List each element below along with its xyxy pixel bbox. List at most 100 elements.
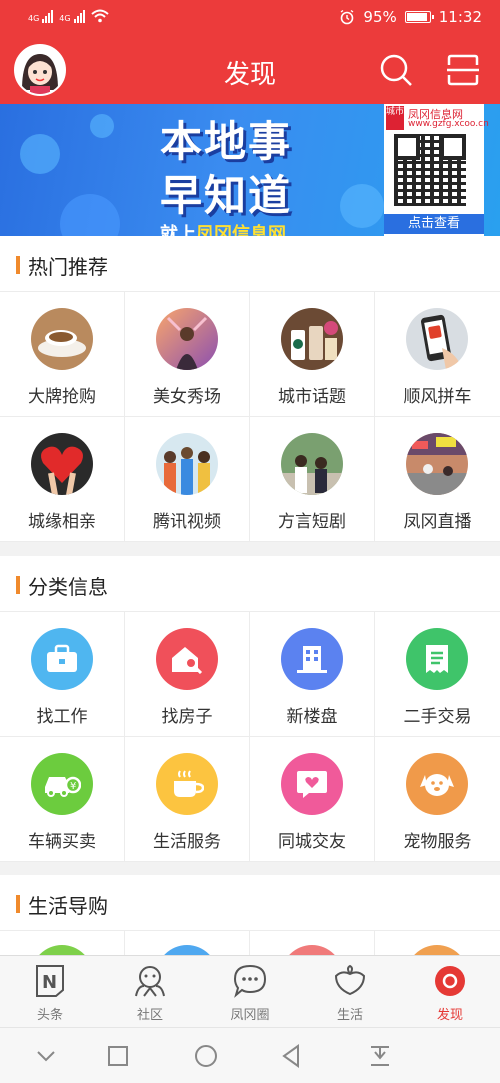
grid-item[interactable]: 二手交易 <box>375 612 500 737</box>
grid-label: 城缘相亲 <box>28 512 96 532</box>
grid-label: 美女秀场 <box>153 387 221 407</box>
tab-circle[interactable]: 凤冈圈 <box>200 956 300 1027</box>
tab-discover[interactable]: 发现 <box>400 956 500 1027</box>
scan-icon[interactable] <box>446 53 480 87</box>
grid-item[interactable]: 大牌抢购 <box>0 292 125 417</box>
grid-label: 方言短剧 <box>278 512 346 532</box>
grid-label: 生活服务 <box>153 832 221 852</box>
partial-icon <box>31 945 93 955</box>
grid-item[interactable]: 城缘相亲 <box>0 417 125 542</box>
qr-card[interactable]: 城市 凤冈信息网 www.gzfg.xcoo.cn 点击查看 <box>384 104 489 236</box>
grid-item[interactable]: 腾讯视频 <box>125 417 250 542</box>
section-marker <box>16 256 20 274</box>
grid-item[interactable] <box>0 931 125 955</box>
status-bar: 4G 4G 95% 11:32 <box>0 0 500 36</box>
grid-item[interactable]: ¥ 车辆买卖 <box>0 737 125 862</box>
grid-label: 腾讯视频 <box>153 512 221 532</box>
tab-label: 社区 <box>136 1008 163 1023</box>
tab-label: 头条 <box>36 1008 63 1023</box>
people-photo <box>281 433 343 495</box>
section-header: 生活导购 <box>0 875 500 931</box>
heart-chat-icon <box>281 753 343 815</box>
grid-item[interactable] <box>125 931 250 955</box>
street-photo <box>406 433 468 495</box>
section-shopping: 生活导购 <box>0 875 500 955</box>
grid-label: 同城交友 <box>278 832 346 852</box>
system-nav-bar <box>0 1027 500 1083</box>
group-photo <box>156 433 218 495</box>
grid-item[interactable]: 方言短剧 <box>250 417 375 542</box>
bottom-tab-bar: N 头条 社区 凤冈圈 生活 发现 <box>0 955 500 1027</box>
clock: 11:32 <box>438 8 482 26</box>
briefcase-icon <box>31 628 93 690</box>
promo-banner[interactable]: 本地事 早知道 就上凤冈信息网 城市 凤冈信息网 www.gzfg.xcoo.c… <box>0 104 500 236</box>
banner-line1: 本地事 <box>160 117 293 166</box>
status-right: 95% 11:32 <box>339 8 482 26</box>
page-title: 发现 <box>223 60 276 90</box>
grid-item[interactable]: 宠物服务 <box>375 737 500 862</box>
side-tag: 城市 <box>386 106 404 130</box>
grid-label: 大牌抢购 <box>28 387 96 407</box>
hot-grid: 大牌抢购 美女秀场 城市话题 顺风拼车 城缘相亲 腾讯视频 方言短剧 凤冈直播 <box>0 292 500 542</box>
tab-life[interactable]: 生活 <box>300 956 400 1027</box>
signal-icon: 4G <box>28 9 54 23</box>
grid-item[interactable] <box>375 931 500 955</box>
section-marker <box>16 576 20 594</box>
decor-bubble <box>20 134 60 174</box>
phone-photo <box>406 308 468 370</box>
alarm-icon <box>341 9 354 25</box>
signal-icon: 4G <box>59 9 85 23</box>
tab-community[interactable]: 社区 <box>100 956 200 1027</box>
discover-icon <box>435 966 465 996</box>
tab-label: 发现 <box>436 1008 463 1023</box>
network-label: 4G <box>59 14 71 23</box>
grid-item[interactable]: 同城交友 <box>250 737 375 862</box>
grid-item[interactable]: 新楼盘 <box>250 612 375 737</box>
grid-label: 顺风拼车 <box>403 387 472 407</box>
girl-photo <box>156 308 218 370</box>
home-icon[interactable] <box>192 1042 220 1070</box>
grid-label: 找房子 <box>161 707 213 727</box>
building-icon <box>281 628 343 690</box>
grid-label: 车辆买卖 <box>28 832 96 852</box>
dog-icon <box>406 753 468 815</box>
grid-item[interactable]: 找房子 <box>125 612 250 737</box>
cup-icon <box>156 753 218 815</box>
section-title: 热门推荐 <box>28 255 108 279</box>
partial-icon <box>156 945 218 955</box>
battery-percent: 95% <box>363 8 397 26</box>
recent-apps-icon[interactable] <box>104 1042 132 1070</box>
decor-bubble <box>90 114 114 138</box>
grid-label: 城市话题 <box>278 387 346 407</box>
grid-item[interactable]: 凤冈直播 <box>375 417 500 542</box>
car-icon: ¥ <box>31 753 93 815</box>
app-header: 发现 <box>0 36 500 104</box>
grid-item[interactable]: 城市话题 <box>250 292 375 417</box>
grid-item[interactable]: 找工作 <box>0 612 125 737</box>
decor-bubble <box>340 184 384 228</box>
signal-group: 4G 4G <box>28 9 109 23</box>
tab-label: 生活 <box>336 1008 363 1023</box>
back-icon[interactable] <box>278 1042 306 1070</box>
section-title: 生活导购 <box>28 894 108 918</box>
grid-item[interactable]: 美女秀场 <box>125 292 250 417</box>
chevron-down-icon[interactable] <box>32 1042 60 1070</box>
grid-item[interactable]: 顺风拼车 <box>375 292 500 417</box>
notification-pull-icon[interactable] <box>366 1042 394 1070</box>
qr-view-button[interactable]: 点击查看 <box>384 214 484 234</box>
grid-item[interactable] <box>250 931 375 955</box>
partial-icon <box>281 945 343 955</box>
grid-label: 二手交易 <box>403 707 472 727</box>
grid-item[interactable]: 生活服务 <box>125 737 250 862</box>
house-search-icon <box>156 628 218 690</box>
receipt-icon <box>406 628 468 690</box>
network-label: 4G <box>28 14 40 23</box>
section-header: 分类信息 <box>0 556 500 612</box>
svg-text:¥: ¥ <box>70 781 76 792</box>
shopping-grid <box>0 931 500 955</box>
section-title: 分类信息 <box>28 575 108 599</box>
section-category: 分类信息 找工作 找房子 新楼盘 二手交易 ¥ 车辆买卖 生活服务 同城交友 宠… <box>0 556 500 862</box>
section-hot: 热门推荐 大牌抢购 美女秀场 城市话题 顺风拼车 城缘相亲 腾讯视频 方言短剧 … <box>0 236 500 542</box>
tab-headlines[interactable]: N 头条 <box>0 956 100 1027</box>
search-icon[interactable] <box>378 52 414 88</box>
